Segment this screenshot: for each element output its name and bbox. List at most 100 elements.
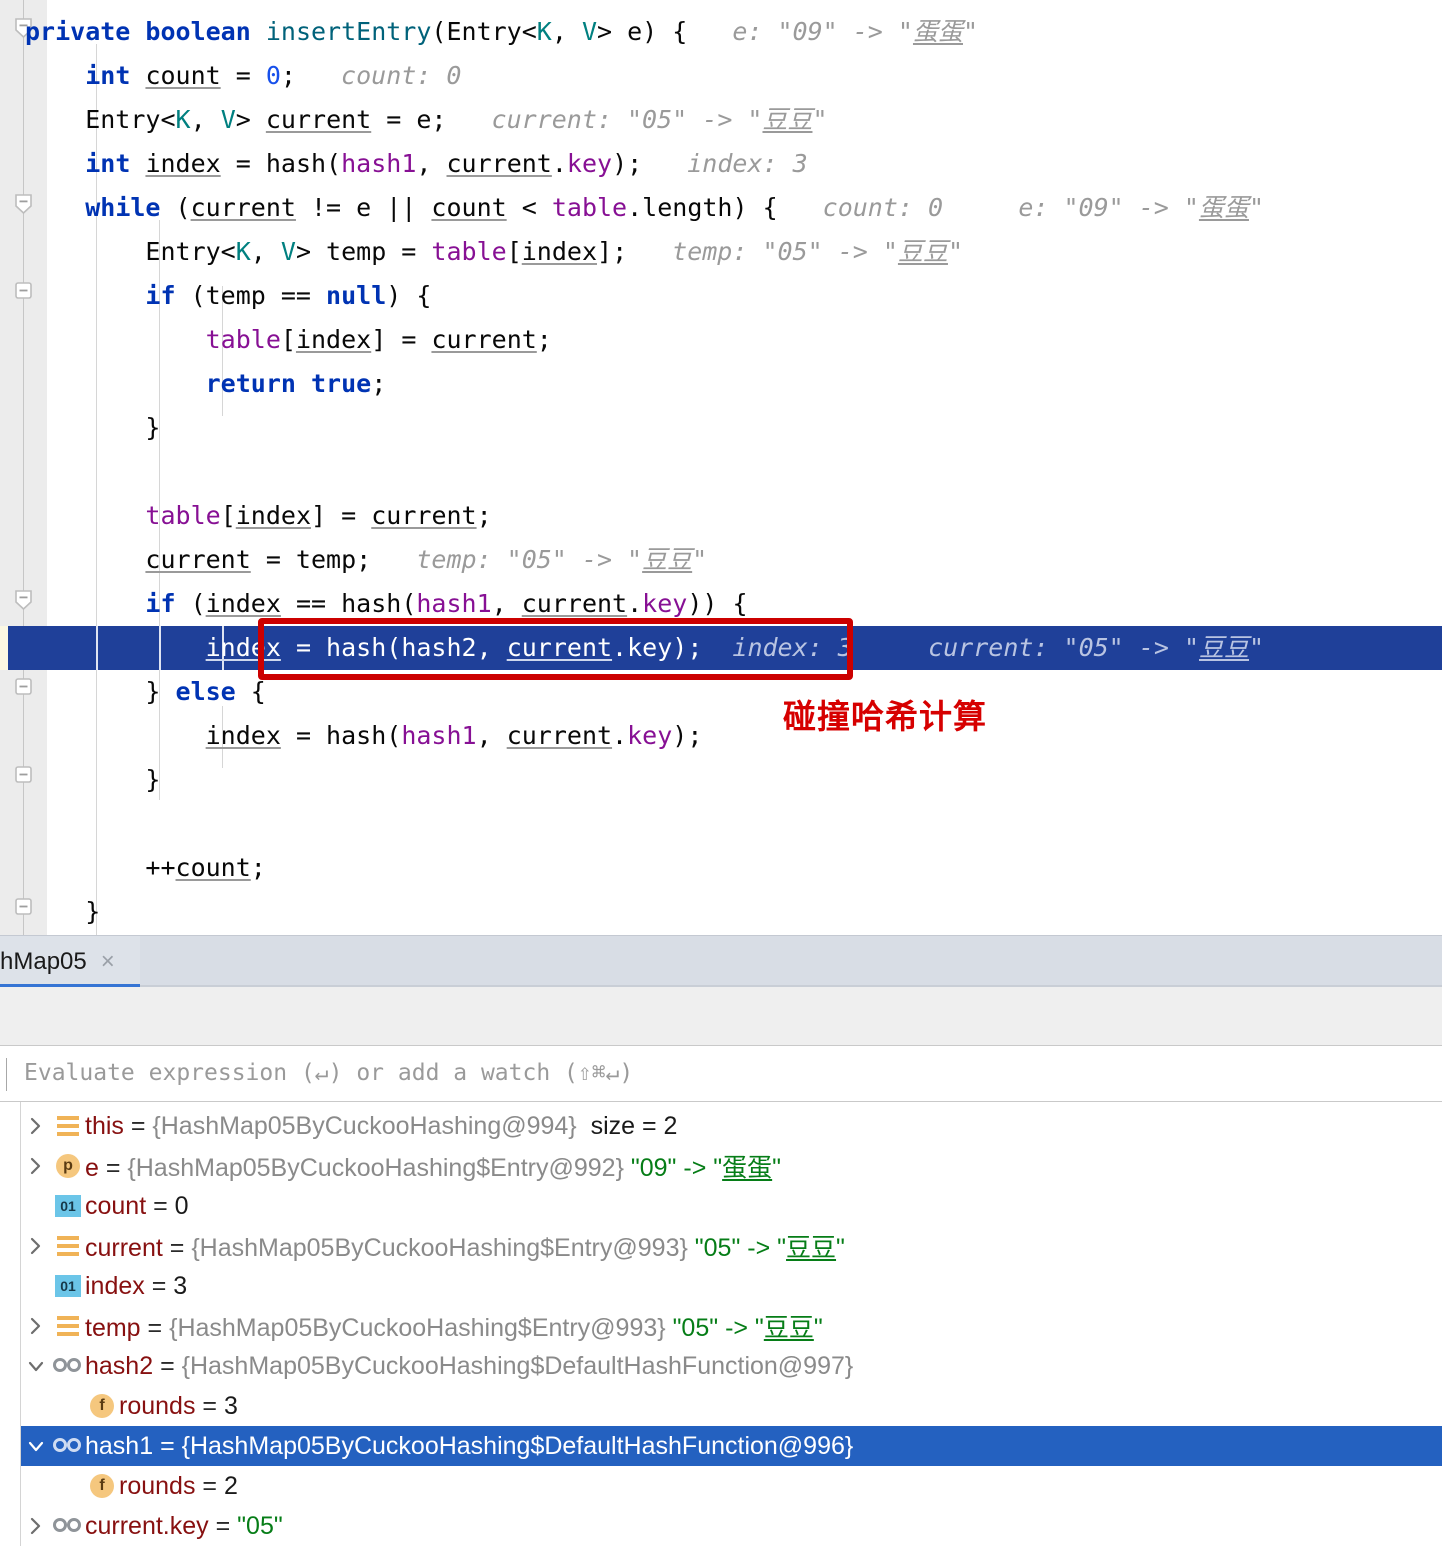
variable-name: temp — [85, 1314, 141, 1342]
variable-row[interactable]: this = {HashMap05ByCuckooHashing@994} si… — [21, 1106, 1442, 1146]
tab-label: hMap05 — [0, 948, 87, 975]
equals-sign: = — [208, 1511, 238, 1540]
variable-object-ref: {HashMap05ByCuckooHashing$DefaultHashFun… — [181, 1431, 854, 1460]
object-icon — [57, 1235, 79, 1257]
variable-row[interactable]: 01 index = 3 — [21, 1266, 1442, 1306]
variable-row[interactable]: f rounds = 2 — [21, 1466, 1442, 1506]
inline-debug-hint: e: "09" -> "蛋蛋" — [687, 17, 979, 46]
variable-name: count — [85, 1191, 147, 1220]
code-tokens: table[index] = current; — [205, 325, 552, 354]
variable-numeric-value: 3 — [173, 1271, 188, 1300]
chevron-right-icon[interactable] — [21, 1156, 51, 1176]
code-line: table[index] = current; — [0, 494, 1442, 538]
code-tokens: } — [25, 413, 161, 442]
variable-name: hash2 — [85, 1351, 154, 1380]
inline-debug-hint: index: 3 — [642, 149, 808, 178]
variable-text: rounds = 3 — [119, 1392, 238, 1421]
code-line: Entry<K, V> current = e; current: "05" -… — [0, 98, 1442, 142]
variable-row[interactable]: current = {HashMap05ByCuckooHashing$Entr… — [21, 1226, 1442, 1266]
object-icon — [57, 1315, 79, 1337]
watch-icon — [53, 1358, 83, 1374]
code-line: } — [0, 758, 1442, 802]
variable-name: current — [85, 1234, 163, 1262]
annotation-label: 碰撞哈希计算 — [783, 697, 987, 736]
object-icon — [57, 1115, 79, 1137]
inline-debug-hint: count: 0 — [295, 61, 462, 90]
variable-string-value: "09" -> "蛋蛋" — [630, 1154, 782, 1182]
variable-extra-info: size = 2 — [576, 1111, 678, 1140]
equals-sign: = — [146, 1191, 175, 1220]
variable-numeric-value: 0 — [174, 1191, 189, 1220]
variable-row[interactable]: temp = {HashMap05ByCuckooHashing$Entry@9… — [21, 1306, 1442, 1346]
code-tokens: while (current != e || count < table.len… — [85, 193, 778, 222]
primitive-icon: 01 — [55, 1195, 81, 1217]
variable-numeric-value: 3 — [223, 1391, 238, 1420]
code-tokens: Entry<K, V> temp = table[index]; — [25, 237, 628, 266]
code-line: return true; — [0, 362, 1442, 406]
equals-sign: = — [195, 1391, 224, 1420]
code-tokens: int count = 0; — [85, 61, 296, 90]
debug-tab-strip[interactable]: hMap05 × — [0, 935, 1442, 988]
chevron-right-icon[interactable] — [21, 1116, 51, 1136]
code-editor[interactable]: private boolean insertEntry(Entry<K, V> … — [0, 0, 1442, 935]
code-tokens: Entry<K, V> current = e; — [25, 105, 447, 134]
chevron-right-icon[interactable] — [21, 1316, 51, 1336]
evaluate-expression-field[interactable]: Evaluate expression (↵) or add a watch (… — [0, 1045, 1442, 1102]
equals-sign: = — [144, 1271, 174, 1300]
chevron-down-icon[interactable] — [21, 1439, 51, 1453]
tab-hashmap05[interactable]: hMap05 × — [0, 936, 140, 988]
code-line: Entry<K, V> temp = table[index]; temp: "… — [0, 230, 1442, 274]
code-line: if (temp == null) { — [0, 274, 1442, 318]
variable-name: e — [85, 1154, 99, 1182]
field-icon: f — [90, 1394, 114, 1418]
inline-debug-hint: count: 0 e: "09" -> "蛋蛋" — [777, 193, 1265, 222]
equals-sign: = — [162, 1234, 192, 1262]
code-tokens: int index = hash(hash1, current.key); — [85, 149, 643, 178]
code-tokens: ++count; — [25, 853, 266, 882]
equals-sign: = — [153, 1351, 182, 1380]
chevron-down-icon[interactable] — [21, 1359, 51, 1373]
code-line: int index = hash(hash1, current.key); in… — [0, 142, 1442, 186]
variable-row[interactable]: f rounds = 3 — [21, 1386, 1442, 1426]
debug-toolbar-band[interactable] — [0, 987, 1442, 1046]
parameter-icon: p — [56, 1154, 80, 1178]
variable-object-ref: {HashMap05ByCuckooHashing$Entry@993} — [169, 1314, 666, 1342]
equals-sign: = — [195, 1471, 224, 1500]
code-line: private boolean insertEntry(Entry<K, V> … — [0, 10, 1442, 54]
primitive-icon: 01 — [55, 1275, 81, 1297]
variable-row[interactable]: hash2 = {HashMap05ByCuckooHashing$Defaul… — [21, 1346, 1442, 1386]
chevron-right-icon[interactable] — [21, 1236, 51, 1256]
text-caret — [6, 1058, 7, 1091]
variable-text: rounds = 2 — [119, 1472, 238, 1501]
variable-object-ref: {HashMap05ByCuckooHashing@994} — [152, 1111, 577, 1140]
code-line: while (current != e || count < table.len… — [0, 186, 1442, 230]
field-icon: f — [90, 1474, 114, 1498]
variable-text: temp = {HashMap05ByCuckooHashing$Entry@9… — [85, 1308, 823, 1344]
watch-icon — [53, 1438, 83, 1454]
ide-debug-screen: private boolean insertEntry(Entry<K, V> … — [0, 0, 1442, 1546]
variable-text: e = {HashMap05ByCuckooHashing$Entry@992}… — [85, 1148, 781, 1184]
equals-sign: = — [98, 1154, 128, 1182]
code-tokens: current = temp; — [145, 545, 372, 574]
code-tokens: if (temp == null) { — [145, 281, 432, 310]
variable-object-ref: {HashMap05ByCuckooHashing$DefaultHashFun… — [181, 1351, 854, 1380]
variables-panel[interactable]: this = {HashMap05ByCuckooHashing@994} si… — [0, 1102, 1442, 1546]
code-tokens: return true; — [205, 369, 387, 398]
variable-name: rounds — [119, 1471, 196, 1500]
close-icon[interactable]: × — [101, 950, 115, 974]
code-tokens: table[index] = current; — [145, 501, 492, 530]
evaluate-placeholder: Evaluate expression (↵) or add a watch (… — [24, 1060, 634, 1086]
variable-object-ref: {HashMap05ByCuckooHashing$Entry@992} — [127, 1154, 624, 1182]
variable-row[interactable]: hash1 = {HashMap05ByCuckooHashing$Defaul… — [21, 1426, 1442, 1466]
chevron-right-icon[interactable] — [21, 1516, 51, 1536]
variable-text: current = {HashMap05ByCuckooHashing$Entr… — [85, 1228, 845, 1264]
variable-row[interactable]: current.key = "05" — [21, 1506, 1442, 1546]
variable-text: current.key = "05" — [85, 1512, 283, 1541]
variable-row[interactable]: 01 count = 0 — [21, 1186, 1442, 1226]
variable-text: this = {HashMap05ByCuckooHashing@994} si… — [85, 1112, 677, 1141]
code-text[interactable]: private boolean insertEntry(Entry<K, V> … — [0, 0, 1442, 935]
code-line: } — [0, 890, 1442, 934]
variable-row[interactable]: pe = {HashMap05ByCuckooHashing$Entry@992… — [21, 1146, 1442, 1186]
code-line: ++count; — [0, 846, 1442, 890]
frames-panel-sliver[interactable] — [0, 1102, 21, 1546]
